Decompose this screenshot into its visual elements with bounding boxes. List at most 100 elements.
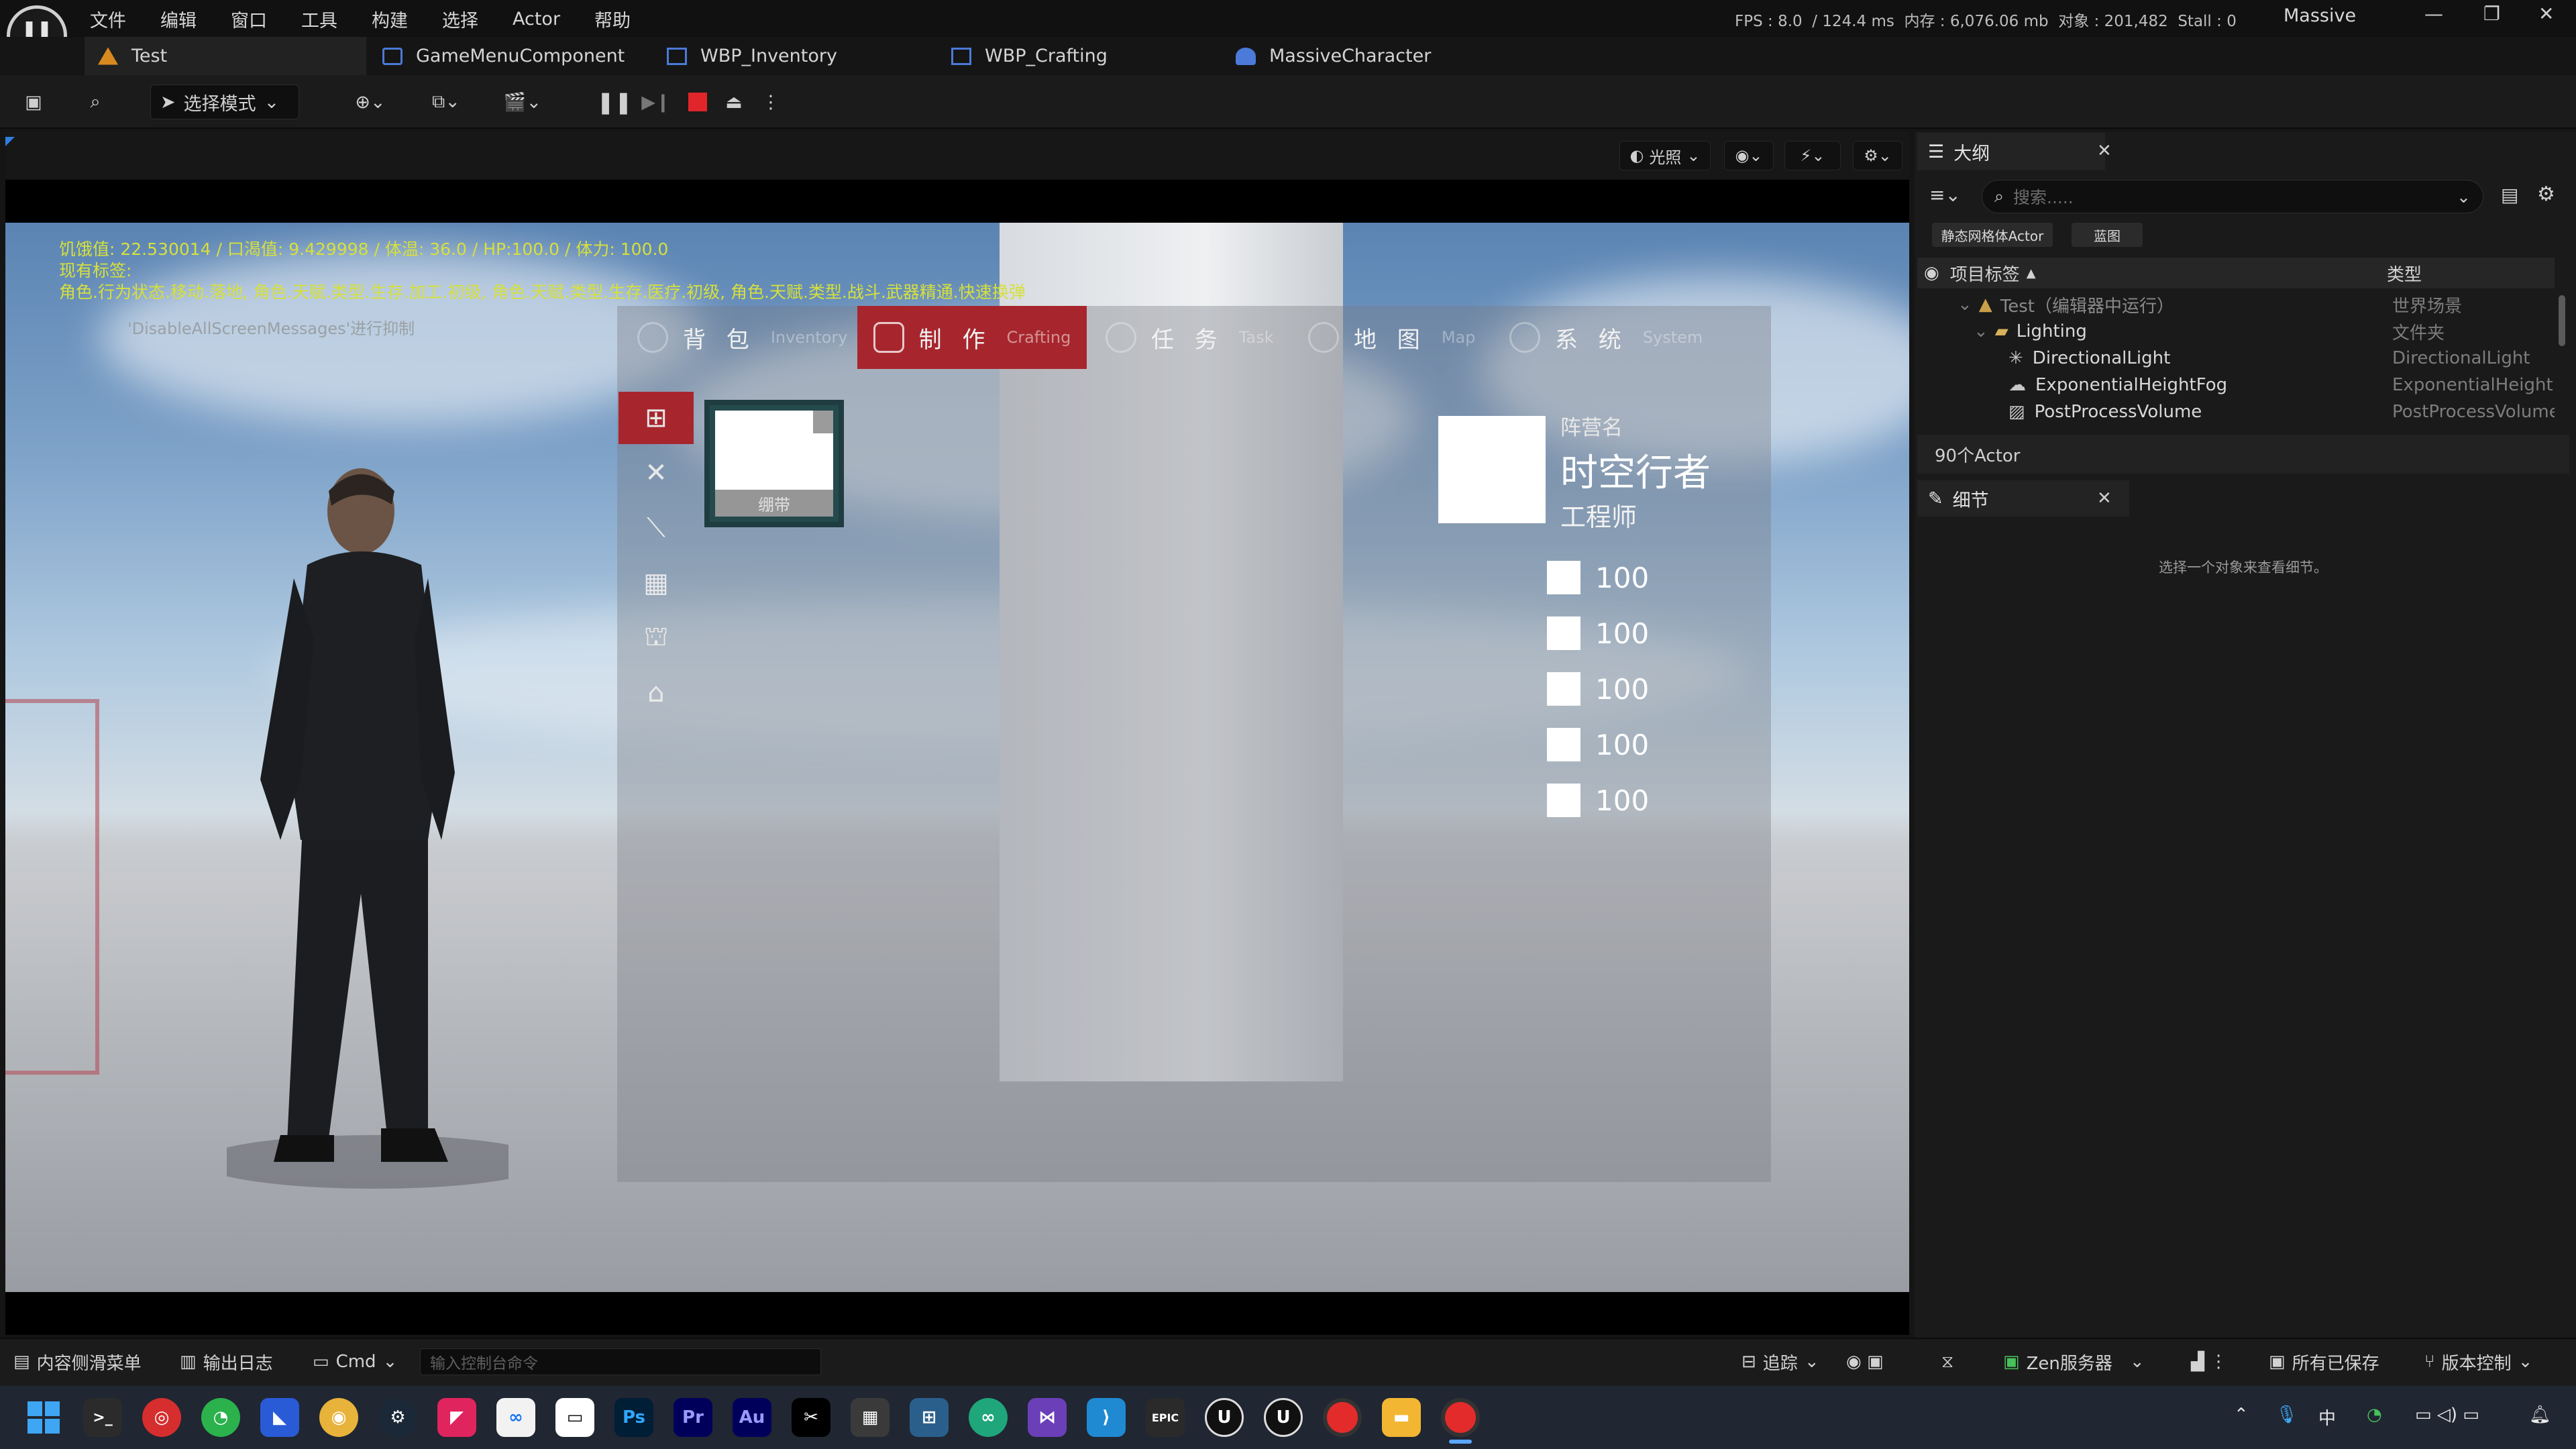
menu-window[interactable]: 窗口: [231, 6, 267, 32]
photoshop-icon[interactable]: Ps: [614, 1398, 653, 1437]
audition-icon[interactable]: Au: [733, 1398, 771, 1437]
eye-icon[interactable]: ◉: [1924, 263, 1939, 283]
minimize-icon[interactable]: —: [2424, 3, 2443, 25]
nav-crafting[interactable]: 制 作 Crafting: [857, 306, 1087, 369]
save-icon[interactable]: ▣: [16, 85, 51, 119]
console-input[interactable]: 输入控制台命令: [420, 1348, 821, 1375]
content-drawer-button[interactable]: ▤ 内容侧滑菜单: [13, 1344, 142, 1379]
blueprint-menu-icon[interactable]: ⧉⌄: [416, 85, 476, 119]
meta-icon[interactable]: ∞: [496, 1398, 535, 1437]
category-building-icon[interactable]: ▦: [619, 557, 694, 609]
oculus-icon[interactable]: ▭: [555, 1398, 594, 1437]
performance-dropdown[interactable]: ⚡⌄: [1784, 141, 1841, 170]
tab-wbp-inventory[interactable]: WBP_Inventory: [667, 37, 837, 75]
chrome-icon[interactable]: ◉: [319, 1398, 358, 1437]
nav-task[interactable]: 任 务 Task: [1106, 306, 1274, 369]
outliner-row[interactable]: ⌄ ▰ Lighting 文件夹: [1974, 318, 2561, 345]
wechat-icon[interactable]: ◔: [201, 1398, 240, 1437]
menu-edit[interactable]: 编辑: [160, 6, 197, 32]
nav-inventory[interactable]: 背 包 Inventory: [637, 306, 847, 369]
microphone-icon[interactable]: 🎙: [2275, 1405, 2298, 1425]
filter-static-mesh-actor[interactable]: 静态网格体Actor: [1932, 223, 2053, 247]
menu-tools[interactable]: 工具: [301, 6, 337, 32]
derived-data-icon[interactable]: ⧖: [1941, 1344, 1953, 1379]
calculator-icon[interactable]: ▦: [851, 1398, 890, 1437]
tab-test[interactable]: Test: [98, 37, 167, 75]
unreal-engine-2-icon[interactable]: U: [1264, 1398, 1303, 1437]
column-type[interactable]: 类型: [2387, 261, 2422, 286]
tab-massive-character[interactable]: MassiveCharacter: [1236, 37, 1431, 75]
windows-start-icon[interactable]: [24, 1398, 63, 1437]
category-medical-icon[interactable]: ⊞: [619, 392, 694, 444]
lighting-mode-dropdown[interactable]: ◐ 光照 ⌄: [1619, 141, 1711, 170]
eject-icon[interactable]: ⏏: [716, 85, 751, 119]
outliner-row[interactable]: ⌄ ▲ Test（编辑器中运行） 世界场景: [1957, 291, 2561, 318]
nav-map[interactable]: 地 图 Map: [1308, 306, 1475, 369]
outliner-scrollbar[interactable]: [2559, 295, 2565, 346]
loop-app-icon[interactable]: ∞: [969, 1398, 1008, 1437]
cmd-dropdown[interactable]: ▭ Cmd ⌄: [313, 1344, 397, 1379]
filter-blueprint[interactable]: 蓝图: [2072, 223, 2143, 247]
recorder-icon[interactable]: [1323, 1398, 1362, 1437]
unreal-engine-icon[interactable]: U: [1205, 1398, 1244, 1437]
tray-status-icons[interactable]: ▭ ◁) ▭: [2415, 1405, 2479, 1425]
stop-icon[interactable]: [680, 85, 715, 119]
menu-file[interactable]: 文件: [90, 6, 126, 32]
netease-music-icon[interactable]: ◎: [142, 1398, 181, 1437]
output-log-button[interactable]: ▥ 输出日志: [180, 1344, 273, 1379]
cinematics-icon[interactable]: 🎬⌄: [492, 85, 553, 119]
select-mode-dropdown[interactable]: ➤ 选择模式 ⌄: [150, 85, 299, 119]
tab-game-menu-component[interactable]: GameMenuComponent: [382, 37, 625, 75]
vscode-icon[interactable]: ⟩: [1087, 1398, 1126, 1437]
show-flags-dropdown[interactable]: ◉⌄: [1724, 141, 1774, 170]
trace-dropdown[interactable]: ⊟ 追踪 ⌄: [1741, 1344, 1819, 1379]
premiere-icon[interactable]: Pr: [674, 1398, 712, 1437]
zen-server-dropdown[interactable]: ▣ Zen服务器 ⌄: [2003, 1344, 2145, 1379]
column-item-label[interactable]: 项目标签: [1950, 261, 2020, 286]
tray-expand-icon[interactable]: ⌃: [2234, 1405, 2249, 1425]
wechat-tray-icon[interactable]: ◔: [2367, 1405, 2382, 1425]
source-control-dropdown[interactable]: ⑂ 版本控制 ⌄: [2424, 1344, 2532, 1379]
capcut-icon[interactable]: ✂: [792, 1398, 830, 1437]
restore-icon[interactable]: ❐: [2483, 3, 2500, 25]
close-details-icon[interactable]: ✕: [2097, 488, 2112, 508]
notification-bell-icon[interactable]: 🔔︎: [2529, 1405, 2551, 1425]
close-icon[interactable]: ✕: [2538, 3, 2554, 25]
file-explorer-icon[interactable]: ▬: [1382, 1398, 1421, 1437]
filter-icon[interactable]: ≡⌄: [1929, 184, 1961, 206]
settings-icon[interactable]: ⚙: [2537, 182, 2555, 206]
viewport-settings-dropdown[interactable]: ⚙⌄: [1853, 141, 1902, 170]
feishu-icon[interactable]: ◣: [260, 1398, 299, 1437]
menu-actor[interactable]: Actor: [513, 9, 560, 30]
outliner-row[interactable]: ☁ExponentialHeightFogExponentialHeightFo…: [2008, 372, 2561, 398]
pin-app-icon[interactable]: ◤: [437, 1398, 476, 1437]
step-icon[interactable]: ▶❙: [639, 85, 674, 119]
new-folder-icon[interactable]: ▤: [2501, 184, 2518, 206]
pause-icon[interactable]: ❚❚: [596, 85, 633, 119]
category-weapons-icon[interactable]: ✕: [619, 447, 694, 499]
terminal-app-icon[interactable]: >_: [83, 1398, 122, 1437]
save-all-button[interactable]: ▣ 所有已保存: [2269, 1344, 2379, 1379]
menu-help[interactable]: 帮助: [594, 6, 631, 32]
steam-icon[interactable]: ⚙: [378, 1398, 417, 1437]
visual-studio-icon[interactable]: ⋈: [1028, 1398, 1067, 1437]
ime-indicator[interactable]: 中: [2318, 1405, 2336, 1430]
network-tool-icon[interactable]: ⊞: [910, 1398, 949, 1437]
obs-icon[interactable]: [1441, 1398, 1480, 1437]
outliner-search-input[interactable]: ⌕ 搜索..... ⌄: [1982, 180, 2483, 213]
menu-select[interactable]: 选择: [442, 6, 478, 32]
nav-system[interactable]: 系 统 System: [1509, 306, 1703, 369]
menu-build[interactable]: 构建: [372, 6, 408, 32]
record-icon[interactable]: ◉ ▣: [1846, 1344, 1884, 1379]
category-tools-icon[interactable]: ⟍: [619, 502, 694, 554]
tab-wbp-crafting[interactable]: WBP_Crafting: [951, 37, 1108, 75]
category-structure-icon[interactable]: ⛫: [619, 612, 694, 664]
outliner-row[interactable]: ▨ PostProcessVolume PostProcessVolume: [2008, 398, 2561, 425]
outliner-row[interactable]: ✳ DirectionalLight DirectionalLight: [2008, 345, 2561, 372]
tab-outliner[interactable]: ☰ 大纲: [1917, 133, 2105, 170]
epic-games-icon[interactable]: EPIC: [1146, 1398, 1185, 1437]
close-outliner-icon[interactable]: ✕: [2097, 141, 2112, 161]
browse-icon[interactable]: ⌕: [75, 85, 115, 119]
category-misc-icon[interactable]: ⌂: [619, 667, 694, 719]
more-icon[interactable]: ⋮: [761, 85, 781, 119]
